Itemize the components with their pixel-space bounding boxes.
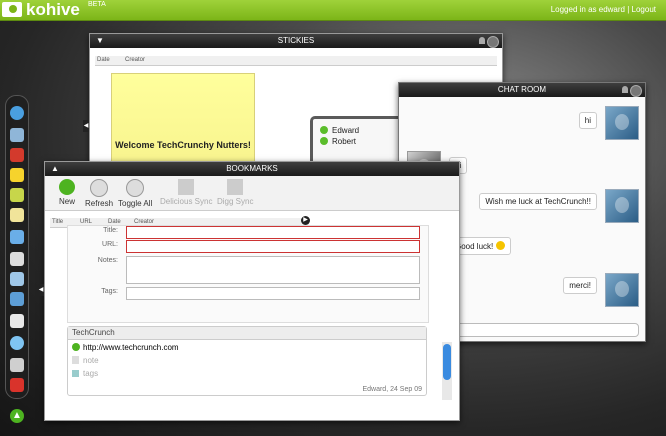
online-status-icon (320, 126, 328, 134)
kohive-logo-icon (2, 2, 22, 17)
bookmarks-titlebar[interactable]: ▲ BOOKMARKS (45, 162, 459, 176)
eye-icon[interactable] (10, 106, 24, 120)
chat-title: CHAT ROOM (497, 85, 547, 94)
tasks-icon[interactable] (10, 188, 24, 202)
edit-icon[interactable] (10, 314, 24, 328)
user-name: Edward (332, 126, 360, 135)
col-creator[interactable]: Creator (125, 57, 145, 63)
bookmark-url[interactable]: http://www.techcrunch.com (83, 343, 179, 352)
refresh-icon (90, 179, 108, 197)
calendar-icon[interactable] (10, 252, 24, 266)
separator: | (627, 5, 630, 14)
toggle-all-button[interactable]: Toggle All (118, 179, 152, 208)
chat-message: Wish me luck at TechCrunch!! (479, 193, 597, 210)
note-icon (72, 356, 79, 364)
app-dock (5, 95, 29, 399)
col-title[interactable]: Title (52, 219, 63, 225)
bookmark-card-title: TechCrunch (68, 327, 426, 340)
stickies-side-handle-icon[interactable]: ◀ (83, 120, 89, 132)
digg-icon (227, 179, 244, 195)
scroll-thumb[interactable] (443, 344, 451, 380)
new-button[interactable]: New (59, 179, 75, 206)
online-status-icon (320, 137, 328, 145)
user-name: Robert (332, 137, 357, 146)
user-item[interactable]: Edward (320, 126, 359, 135)
pin-icon[interactable] (479, 37, 485, 44)
notes-textarea[interactable] (126, 256, 420, 284)
delicious-icon (178, 179, 195, 195)
stickies-titlebar[interactable]: ▼ STICKIES (90, 34, 502, 48)
notes-label: Notes: (97, 257, 118, 264)
sticky-note-text: Welcome TechCrunchy Nutters! (115, 140, 251, 150)
avatar (605, 189, 639, 223)
delicious-sync-label: Delicious Sync (160, 197, 213, 206)
new-label: New (59, 197, 76, 206)
col-date[interactable]: Date (97, 57, 110, 63)
stickies-column-header: Date Creator (95, 56, 497, 66)
plus-icon (59, 179, 75, 195)
avatar (605, 273, 639, 307)
chat-message-text: Good luck! (455, 242, 494, 251)
chat-message: merci! (563, 277, 597, 294)
bookmarks-title: BOOKMARKS (226, 164, 278, 173)
logout-link[interactable]: Logout (632, 5, 656, 14)
chat-titlebar[interactable]: CHAT ROOM (399, 83, 645, 97)
files-icon[interactable] (10, 292, 24, 306)
bookmarks-side-handle-icon[interactable]: ◀ (38, 284, 44, 296)
chat-bubble-icon[interactable] (10, 336, 24, 350)
notes-icon[interactable] (10, 208, 24, 222)
add-app-icon[interactable]: ▲ (10, 409, 24, 423)
top-bar: kohive BETA Logged in as edward | Logout (0, 0, 666, 21)
url-label: URL: (102, 241, 118, 248)
close-icon[interactable] (487, 36, 499, 48)
bookmark-footer: Edward, 24 Sep 09 (362, 386, 422, 393)
bookmark-tags-row[interactable]: tags (72, 369, 98, 378)
photos-icon[interactable] (10, 272, 24, 286)
tag-icon (72, 370, 79, 377)
smiley-icon (496, 241, 506, 250)
toggle-all-label: Toggle All (118, 199, 153, 208)
go-arrow-icon (72, 343, 80, 351)
mail-icon[interactable] (10, 230, 24, 244)
tools-icon[interactable] (10, 358, 24, 372)
title-label: Title: (103, 227, 118, 234)
bookmark-form: Title: URL: Notes: Tags: (67, 225, 429, 323)
stickies-title: STICKIES (277, 36, 315, 45)
title-input[interactable] (126, 226, 420, 239)
note-placeholder: note (83, 356, 99, 365)
digg-sync-button[interactable]: Digg Sync (217, 179, 253, 206)
chat-side-handle-icon[interactable]: ▶ (301, 216, 310, 225)
collapse-arrow-icon[interactable]: ▼ (96, 34, 104, 48)
url-input[interactable] (126, 240, 420, 253)
account-area: Logged in as edward | Logout (551, 5, 656, 14)
tags-label: Tags: (101, 288, 118, 295)
pin-icon[interactable] (622, 86, 628, 93)
tags-input[interactable] (126, 287, 420, 300)
bookmarks-window: ▲ BOOKMARKS New Refresh Toggle All Delic… (44, 161, 460, 421)
refresh-button[interactable]: Refresh (85, 179, 113, 208)
megaphone-icon[interactable] (10, 378, 24, 392)
clipboard-icon[interactable] (10, 128, 24, 142)
toggle-icon (126, 179, 145, 197)
bookmark-note-row[interactable]: note (72, 356, 99, 365)
bookmark-tag-icon[interactable] (10, 148, 24, 162)
bookmark-url-row[interactable]: http://www.techcrunch.com (72, 343, 179, 352)
user-item[interactable]: Robert (320, 137, 356, 146)
bookmark-card[interactable]: TechCrunch http://www.techcrunch.com not… (67, 326, 427, 396)
digg-sync-label: Digg Sync (217, 197, 254, 206)
tags-placeholder: tags (83, 369, 99, 378)
close-icon[interactable] (630, 85, 642, 97)
stickies-icon[interactable] (10, 168, 24, 182)
bookmarks-scrollbar[interactable] (442, 342, 452, 400)
bookmarks-toolbar: New Refresh Toggle All Delicious Sync Di… (45, 176, 459, 211)
logged-in-label: Logged in as edward (550, 5, 625, 14)
beta-badge: BETA (88, 1, 106, 8)
chat-message: hi (578, 112, 597, 129)
avatar (605, 106, 639, 140)
logo-text: kohive (26, 0, 80, 19)
collapse-arrow-icon[interactable]: ▲ (51, 162, 59, 176)
delicious-sync-button[interactable]: Delicious Sync (160, 179, 212, 206)
refresh-label: Refresh (85, 199, 114, 208)
